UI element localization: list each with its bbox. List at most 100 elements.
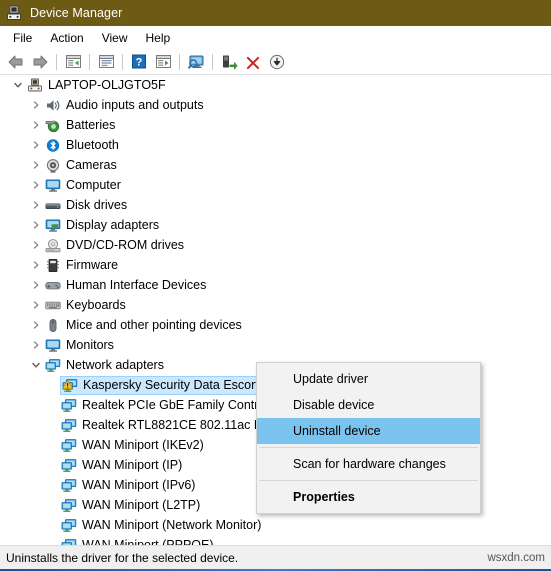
- tree-row-label: Bluetooth: [66, 138, 119, 152]
- show-hidden-devices-icon[interactable]: [62, 51, 84, 73]
- tree-row-label: WAN Miniport (IP): [82, 458, 183, 472]
- network-adapter-icon: [60, 457, 77, 473]
- context-menu-item-properties[interactable]: Properties: [257, 484, 480, 510]
- menu-action[interactable]: Action: [41, 28, 92, 48]
- context-menu[interactable]: Update driver Disable device Uninstall d…: [256, 362, 481, 514]
- tree-row[interactable]: Disk drives: [0, 195, 551, 215]
- chevron-right-icon[interactable]: [28, 315, 44, 335]
- disable-device-icon[interactable]: [266, 51, 288, 73]
- update-driver-icon[interactable]: [152, 51, 174, 73]
- chevron-right-icon[interactable]: [28, 95, 44, 115]
- speaker-icon: [44, 97, 61, 113]
- firmware-chip-icon: [44, 257, 61, 273]
- tree-row-label: LAPTOP-OLJGTO5F: [48, 78, 166, 92]
- tree-row[interactable]: Computer: [0, 175, 551, 195]
- tree-row[interactable]: Human Interface Devices: [0, 275, 551, 295]
- tree-row[interactable]: LAPTOP-OLJGTO5F: [0, 75, 551, 95]
- tree-row-label: Display adapters: [66, 218, 160, 232]
- camera-icon: [44, 157, 61, 173]
- status-bar-text: Uninstalls the driver for the selected d…: [6, 550, 239, 565]
- chevron-right-icon[interactable]: [28, 135, 44, 155]
- battery-icon: [44, 117, 61, 133]
- network-adapter-icon: [60, 537, 77, 545]
- network-adapter-icon: [60, 437, 77, 453]
- tree-row[interactable]: Firmware: [0, 255, 551, 275]
- chevron-right-icon[interactable]: [28, 175, 44, 195]
- add-legacy-hardware-icon[interactable]: [218, 51, 240, 73]
- computer-root-icon: [26, 77, 43, 93]
- tree-row-label: Disk drives: [66, 198, 128, 212]
- toolbar: ?: [0, 49, 551, 75]
- back-arrow-icon[interactable]: [5, 51, 27, 73]
- tree-row-label: Realtek PCIe GbE Family Controller: [82, 398, 283, 412]
- help-icon[interactable]: ?: [128, 51, 150, 73]
- properties-icon[interactable]: [95, 51, 117, 73]
- tree-row[interactable]: WAN Miniport (Network Monitor): [0, 515, 551, 535]
- bluetooth-icon: [44, 137, 61, 153]
- mouse-icon: [44, 317, 61, 333]
- chevron-right-icon[interactable]: [28, 235, 44, 255]
- tree-row[interactable]: Keyboards: [0, 295, 551, 315]
- context-menu-item-uninstall-device[interactable]: Uninstall device: [257, 418, 480, 444]
- network-adapter-icon: [60, 417, 77, 433]
- chevron-right-icon[interactable]: [28, 155, 44, 175]
- tree-row[interactable]: Cameras: [0, 155, 551, 175]
- keyboard-icon: [44, 297, 61, 313]
- context-menu-item-update-driver[interactable]: Update driver: [257, 366, 480, 392]
- context-menu-item-disable-device[interactable]: Disable device: [257, 392, 480, 418]
- tree-row[interactable]: Monitors: [0, 335, 551, 355]
- status-bar: Uninstalls the driver for the selected d…: [0, 545, 551, 569]
- chevron-right-icon[interactable]: [28, 255, 44, 275]
- toolbar-separator: [179, 53, 180, 70]
- monitor-icon: [44, 337, 61, 353]
- display-adapter-icon: [44, 217, 61, 233]
- context-menu-item-scan-for-hardware-changes[interactable]: Scan for hardware changes: [257, 451, 480, 477]
- tree-row-label: Cameras: [66, 158, 117, 172]
- tree-row-label: WAN Miniport (PPPOE): [82, 538, 214, 545]
- menu-view[interactable]: View: [93, 28, 137, 48]
- network-adapter-icon: [44, 357, 61, 373]
- chevron-right-icon[interactable]: [28, 275, 44, 295]
- network-adapter-warning-icon: [61, 377, 78, 393]
- chevron-right-icon[interactable]: [28, 335, 44, 355]
- toolbar-separator: [56, 53, 57, 70]
- menu-file[interactable]: File: [4, 28, 41, 48]
- tree-row-label: Mice and other pointing devices: [66, 318, 242, 332]
- tree-row-label: WAN Miniport (L2TP): [82, 498, 201, 512]
- tree-row[interactable]: Mice and other pointing devices: [0, 315, 551, 335]
- menu-help[interactable]: Help: [137, 28, 180, 48]
- context-menu-separator: [259, 447, 478, 448]
- optical-drive-icon: [44, 237, 61, 253]
- chevron-right-icon[interactable]: [28, 215, 44, 235]
- scan-hardware-changes-icon[interactable]: [185, 51, 207, 73]
- chevron-down-icon[interactable]: [28, 355, 44, 375]
- watermark: wsxdn.com: [487, 551, 545, 564]
- menu-bar: File Action View Help: [0, 26, 551, 49]
- tree-row-label: WAN Miniport (IPv6): [82, 478, 196, 492]
- context-menu-separator: [259, 480, 478, 481]
- chevron-right-icon[interactable]: [28, 195, 44, 215]
- network-adapter-icon: [60, 517, 77, 533]
- forward-arrow-icon[interactable]: [29, 51, 51, 73]
- disk-drive-icon: [44, 197, 61, 213]
- tree-row-label: Keyboards: [66, 298, 126, 312]
- tree-row[interactable]: Audio inputs and outputs: [0, 95, 551, 115]
- hid-icon: [44, 277, 61, 293]
- uninstall-device-icon[interactable]: [242, 51, 264, 73]
- tree-row[interactable]: Batteries: [0, 115, 551, 135]
- network-adapter-icon: [60, 397, 77, 413]
- chevron-right-icon[interactable]: [28, 115, 44, 135]
- monitor-icon: [44, 177, 61, 193]
- chevron-down-icon[interactable]: [10, 75, 26, 95]
- tree-row-label: Audio inputs and outputs: [66, 98, 204, 112]
- svg-text:?: ?: [136, 57, 143, 69]
- tree-row[interactable]: Display adapters: [0, 215, 551, 235]
- device-manager-window: Device Manager File Action View Help ? L…: [0, 0, 551, 571]
- tree-row-label: Firmware: [66, 258, 119, 272]
- tree-row-label: Human Interface Devices: [66, 278, 207, 292]
- tree-row[interactable]: WAN Miniport (PPPOE): [0, 535, 551, 545]
- tree-row[interactable]: Bluetooth: [0, 135, 551, 155]
- tree-row[interactable]: DVD/CD-ROM drives: [0, 235, 551, 255]
- chevron-right-icon[interactable]: [28, 295, 44, 315]
- tree-row-label: Batteries: [66, 118, 116, 132]
